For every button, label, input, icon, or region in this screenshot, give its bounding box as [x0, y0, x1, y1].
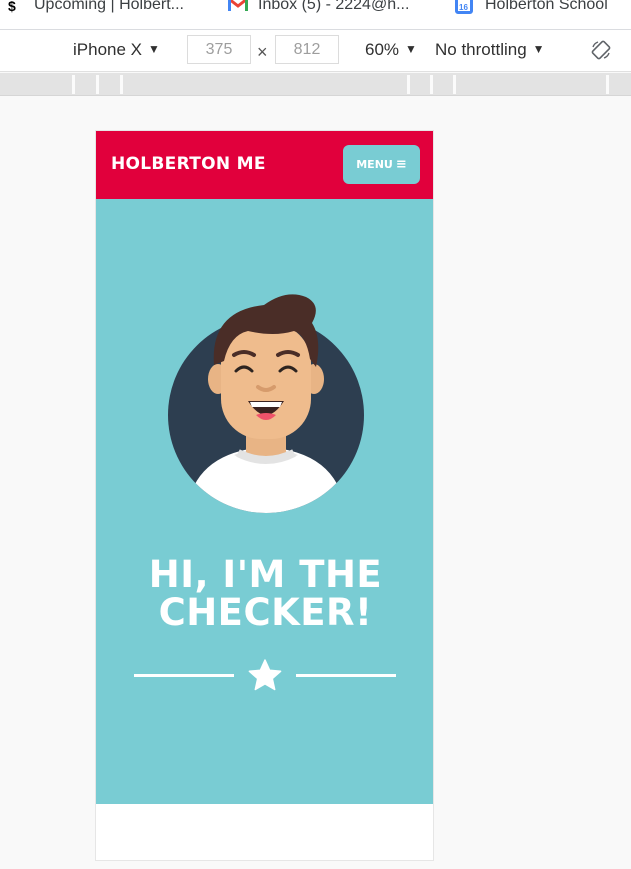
site-header: HOLBERTON ME MENU ≡	[96, 131, 433, 199]
menu-button[interactable]: MENU ≡	[343, 145, 420, 184]
bookmark-gmail[interactable]: Inbox (5) - 2224@h...	[228, 0, 409, 16]
avatar	[166, 287, 366, 517]
hero-title-line: HI, I'M THE	[148, 553, 383, 596]
throttling-select[interactable]: No throttling ▼	[435, 40, 545, 60]
calendar-icon: 16	[455, 0, 473, 14]
bookmark-upcoming[interactable]: $ Upcoming | Holbert...	[4, 0, 184, 16]
brand-logo[interactable]: HOLBERTON ME	[111, 154, 266, 174]
bookmark-label: Inbox (5) - 2224@h...	[258, 0, 410, 13]
menu-button-label: MENU	[356, 158, 393, 171]
svg-text:16: 16	[459, 3, 468, 12]
hero-title-line: CHECKER!	[158, 591, 373, 634]
media-query-marker[interactable]	[407, 75, 410, 94]
caret-down-icon: ▼	[148, 42, 160, 56]
svg-text:$: $	[8, 0, 16, 14]
gmail-icon	[228, 0, 248, 14]
media-query-marker[interactable]	[96, 75, 99, 94]
holberton-favicon: $	[4, 0, 22, 14]
hamburger-icon: ≡	[395, 157, 407, 172]
media-query-bar	[0, 73, 631, 96]
width-input[interactable]: 375	[187, 35, 251, 64]
zoom-select-label: 60%	[365, 40, 400, 59]
device-toolbar: iPhone X ▼ 375 × 812 60% ▼ No throttling ▼	[0, 30, 631, 72]
bookmark-label: Holberton School	[485, 0, 608, 13]
bookmark-label: Upcoming | Holbert...	[34, 0, 184, 13]
throttling-select-label: No throttling	[435, 40, 527, 59]
device-select[interactable]: iPhone X ▼	[73, 40, 160, 60]
media-query-marker[interactable]	[606, 75, 609, 94]
hero-section: HI, I'M THE CHECKER!	[96, 199, 433, 804]
divider-line	[296, 674, 396, 677]
caret-down-icon: ▼	[532, 42, 545, 56]
device-select-label: iPhone X	[73, 40, 142, 59]
star-divider	[134, 659, 397, 691]
hero-title: HI, I'M THE CHECKER!	[96, 553, 433, 634]
bookmark-holberton[interactable]: 16 Holberton School	[455, 0, 608, 16]
media-query-marker[interactable]	[120, 75, 123, 94]
media-query-marker[interactable]	[453, 75, 456, 94]
divider-line	[134, 674, 234, 677]
star-icon	[248, 659, 282, 691]
media-query-marker[interactable]	[430, 75, 433, 94]
zoom-select[interactable]: 60% ▼	[365, 40, 417, 60]
dimension-separator: ×	[257, 42, 268, 62]
height-input[interactable]: 812	[275, 35, 339, 64]
rotate-icon[interactable]	[590, 39, 612, 61]
media-query-marker[interactable]	[72, 75, 75, 94]
bookmarks-bar: $ Upcoming | Holbert... Inbox (5) - 2224…	[0, 0, 631, 30]
caret-down-icon: ▼	[405, 42, 417, 56]
device-viewport: HOLBERTON ME MENU ≡ HI, I'M THE CHECKER!	[95, 130, 434, 861]
